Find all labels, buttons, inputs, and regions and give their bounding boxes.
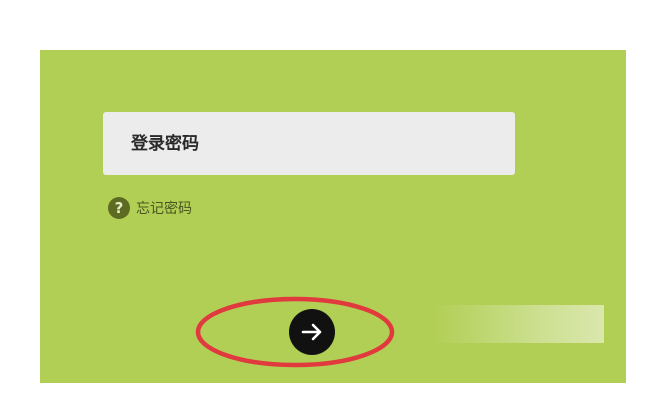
login-submit-button[interactable]	[289, 309, 335, 355]
password-input[interactable]	[103, 112, 515, 175]
watermark-fade	[434, 305, 604, 343]
forgot-password-label: 忘记密码	[136, 201, 192, 217]
forgot-password-link[interactable]: ? 忘记密码	[108, 196, 192, 220]
question-mark-icon: ?	[108, 197, 130, 219]
arrow-right-icon	[301, 323, 322, 341]
page: ? 忘记密码	[0, 0, 650, 411]
